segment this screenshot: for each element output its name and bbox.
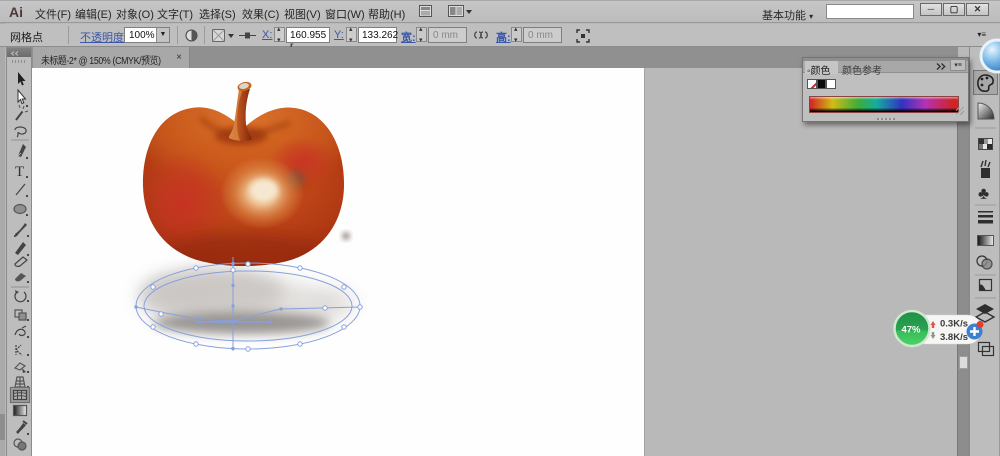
svg-text:3.8K/s: 3.8K/s: [940, 332, 968, 343]
svg-text:0.3K/s: 0.3K/s: [940, 319, 968, 330]
svg-text:♣: ♣: [978, 184, 989, 203]
svg-text:T: T: [15, 164, 24, 180]
svg-text:47%: 47%: [901, 325, 921, 336]
